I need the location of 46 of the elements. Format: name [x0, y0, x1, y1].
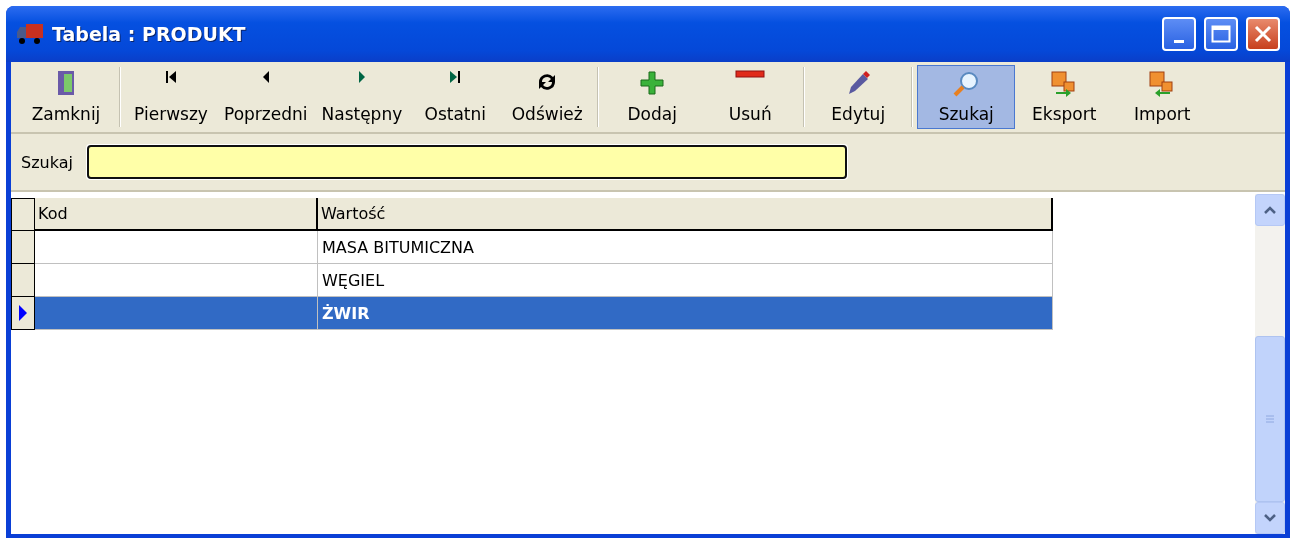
minimize-button[interactable] [1162, 17, 1196, 51]
first-record-icon [165, 70, 177, 84]
close-button[interactable] [1246, 17, 1280, 51]
last-record-icon [449, 70, 462, 84]
row-indicator[interactable] [11, 231, 35, 264]
next-icon [357, 70, 366, 84]
close-icon [1254, 25, 1272, 43]
maximize-icon [1211, 25, 1231, 43]
toolbar-button[interactable]: Ostatni [409, 65, 502, 129]
scroll-thumb[interactable] [1255, 336, 1285, 502]
window-title: Tabela : PRODUKT [52, 23, 247, 45]
table-cell: WĘGIEL [318, 264, 1053, 297]
search-label: Szukaj [21, 152, 73, 172]
table-cell: MASA BITUMICZNA [318, 231, 1053, 264]
toolbar-button[interactable]: Szukaj [917, 65, 1016, 129]
search-icon [952, 70, 981, 98]
column-header[interactable]: Wartość [318, 198, 1053, 231]
toolbar-button[interactable]: Eksport [1015, 65, 1114, 129]
toolbar-button[interactable]: Edytuj [809, 65, 908, 129]
search-field[interactable] [86, 145, 847, 179]
toolbar-button[interactable]: Usuń [701, 65, 800, 129]
scroll-down-button[interactable] [1255, 502, 1285, 534]
row-indicator[interactable] [11, 264, 35, 297]
toolbar-button[interactable]: Zamknij [17, 65, 115, 129]
previous-icon [261, 70, 270, 84]
scroll-up-button[interactable] [1255, 194, 1285, 226]
maximize-button[interactable] [1204, 17, 1238, 51]
toolbar-button[interactable]: Pierwszy [125, 65, 217, 129]
toolbar-button[interactable]: Import [1113, 65, 1212, 129]
chevron-down-icon [1263, 513, 1277, 523]
chevron-up-icon [1263, 205, 1277, 215]
door-icon [56, 70, 76, 96]
row-indicator-header [11, 198, 35, 231]
toolbar-button[interactable]: Następny [314, 65, 410, 129]
toolbar-button[interactable]: Odśwież [501, 65, 594, 129]
table-cell: ŻWIR [318, 297, 1053, 330]
row-indicator[interactable] [11, 297, 35, 330]
toolbar-button[interactable]: Dodaj [603, 65, 702, 129]
plus-icon [639, 70, 666, 96]
vertical-scrollbar[interactable] [1255, 194, 1285, 534]
column-header[interactable]: Kod [35, 198, 318, 231]
truck-icon [16, 23, 44, 45]
minimize-icon [1174, 39, 1184, 43]
minus-icon [735, 70, 766, 78]
grip-icon [1265, 414, 1275, 424]
toolbar-button[interactable]: Poprzedni [217, 65, 315, 129]
